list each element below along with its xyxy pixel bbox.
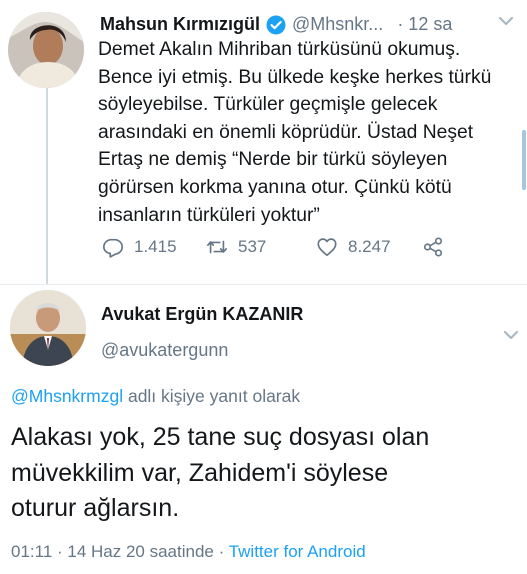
reply-button[interactable]: 1.415 — [102, 236, 177, 258]
tweet-text-line: Ertaş ne demiş “Nerde bir türkü söyleyen — [98, 149, 448, 171]
tweet-text-line: Demet Akalın Mihriban türküsünü okumuş. — [98, 39, 461, 60]
tweet-text-line: oturur ağlarsın. — [11, 494, 180, 522]
tweet-text-line: görürsen korkma yanına otur. Çünkü kötü — [98, 176, 452, 198]
tweet-text-line: insanların türküleri yoktur” — [98, 204, 320, 226]
tweet-text-line: Alakası yok, 25 tane suç dosyası olan — [11, 423, 430, 451]
tweet-text-line: söyleyebilse. Türküler geçmişle gelecek — [98, 94, 438, 116]
tweet-source-link[interactable]: Twitter for Android — [229, 542, 366, 561]
author-name[interactable]: Avukat Ergün KAZANIR — [101, 304, 303, 325]
tweet-text-line: arasındaki en önemli köprüdür. Üstad Neş… — [98, 121, 474, 143]
retweet-icon — [207, 240, 227, 254]
retweet-count: 537 — [238, 237, 267, 256]
tweet-text-line: Bence iyi etmiş. Bu ülkede keşke herkes … — [98, 66, 492, 88]
share-icon — [423, 237, 443, 257]
tweet-text-line: müvekkilim var, Zahidem'i söylese — [11, 458, 389, 487]
avatar[interactable] — [8, 12, 84, 88]
like-count: 8.247 — [348, 237, 391, 256]
tweet-timestamp: 01:11 · 14 Haz 20 saatinde · — [11, 542, 229, 561]
author-name[interactable]: Mahsun Kırmızıgül — [100, 14, 260, 35]
author-handle[interactable]: @avukatergunn — [101, 340, 228, 361]
author-handle[interactable]: @Mhsnkr... — [292, 14, 383, 35]
reply-icon — [103, 238, 123, 258]
heart-icon — [317, 238, 337, 257]
divider — [0, 284, 527, 285]
reply-context-label: adlı kişiye yanıt olarak — [123, 386, 301, 406]
share-button[interactable] — [422, 236, 444, 258]
scrollbar[interactable] — [522, 130, 526, 190]
tweet-time[interactable]: · 12 sa — [397, 14, 452, 35]
tweet-text: Demet Akalın Mihriban türküsünü okumuş. … — [98, 36, 518, 229]
verified-badge-icon — [266, 15, 286, 35]
tweet-actions: 1.415 537 8.247 — [98, 236, 458, 266]
tweet-meta: 01:11 · 14 Haz 20 saatinde · Twitter for… — [11, 542, 366, 562]
retweet-button[interactable]: 537 — [206, 236, 266, 258]
chevron-down-icon[interactable] — [500, 324, 522, 346]
reply-context: @Mhsnkrmzgl adlı kişiye yanıt olarak — [11, 386, 300, 407]
thread-connector-line — [46, 86, 48, 284]
avatar[interactable] — [10, 290, 86, 366]
chevron-down-icon[interactable] — [493, 8, 519, 34]
like-button[interactable]: 8.247 — [316, 236, 391, 258]
tweet-text: Alakası yok, 25 tane suç dosyası olan mü… — [11, 420, 521, 527]
tweet-header: Mahsun Kırmızıgül @Mhsnkr... · 12 sa — [100, 14, 452, 35]
reply-mention-link[interactable]: @Mhsnkrmzgl — [11, 386, 123, 406]
reply-count: 1.415 — [134, 237, 177, 256]
